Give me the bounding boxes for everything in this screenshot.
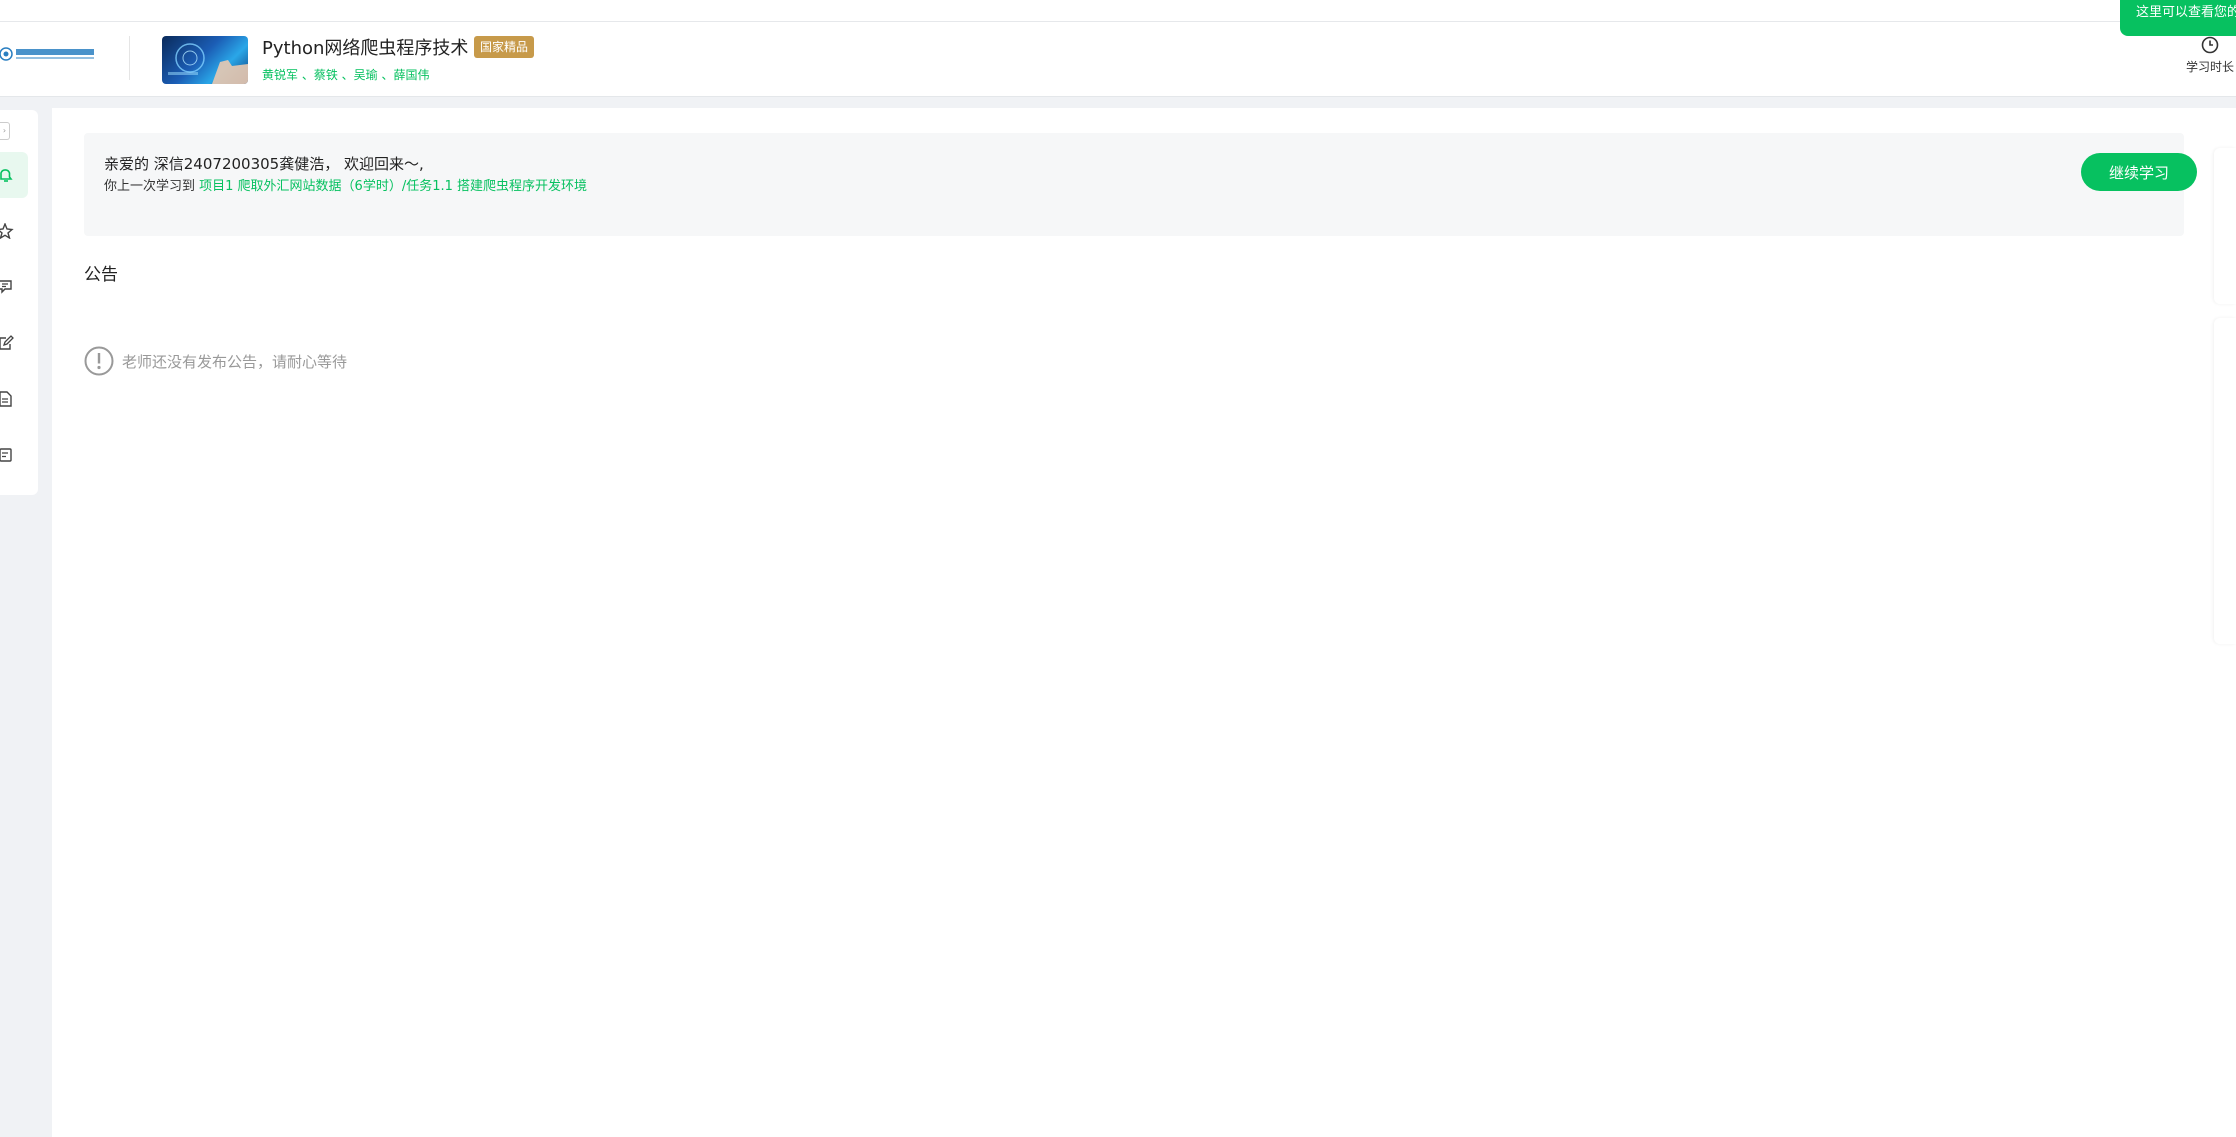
top-strip [0,0,2236,22]
school-logo[interactable] [0,42,96,66]
study-time-button[interactable]: 学习时长 [2182,36,2236,75]
sidebar-item-favorites[interactable] [0,208,28,254]
sidebar-item-homework[interactable] [0,320,28,366]
empty-announcement-text: 老师还没有发布公告，请耐心等待 [122,352,348,371]
discussion-icon [0,280,12,294]
welcome-card: 亲爱的 深信2407200305龚健浩， 欢迎回来～, 你上一次学习到 项目1 … [84,133,2197,236]
guide-tooltip: 这里可以查看您的学 [2120,0,2236,36]
edit-icon [0,335,14,350]
message-icon [0,448,12,462]
empty-announcement: 老师还没有发布公告，请耐心等待 [84,346,347,376]
welcome-greeting: 亲爱的 深信2407200305龚健浩， 欢迎回来～, [104,155,424,173]
sidebar-item-announcement[interactable] [0,152,28,198]
main-content: 亲爱的 深信2407200305龚健浩， 欢迎回来～, 你上一次学习到 项目1 … [52,108,2236,1137]
last-study-info: 你上一次学习到 项目1 爬取外汇网站数据（6学时）/任务1.1 搭建爬虫程序开发… [104,177,624,197]
continue-learning-button[interactable]: 继续学习 [2081,153,2197,191]
quality-badge: 国家精品 [474,36,535,58]
right-panel-top[interactable] [2214,148,2236,304]
document-icon [0,391,12,407]
clock-icon [2201,36,2219,54]
collapse-toggle[interactable]: › [0,122,10,140]
course-thumbnail[interactable] [162,36,248,84]
star-icon [0,223,14,239]
sidebar-item-exam[interactable] [0,376,28,422]
course-header: Python网络爬虫程序技术 国家精品 黄锐军 、蔡铁 、吴瑜 、薛国伟 学习时… [0,22,2236,97]
sidebar-item-notes[interactable] [0,432,28,478]
announcement-title: 公告 [84,265,118,285]
teacher-list[interactable]: 黄锐军 、蔡铁 、吴瑜 、薛国伟 [262,66,429,83]
study-time-label: 学习时长 [2185,60,2234,74]
right-panel-bottom[interactable] [2214,318,2236,644]
exclamation-icon [84,346,114,376]
course-title: Python网络爬虫程序技术 [262,38,469,59]
header-divider [129,36,130,80]
last-study-link[interactable]: 项目1 爬取外汇网站数据（6学时）/任务1.1 搭建爬虫程序开发环境 [199,179,587,194]
sidebar: › [0,110,38,495]
last-study-prefix: 你上一次学习到 [104,179,200,194]
sidebar-item-discussion[interactable] [0,264,28,310]
bell-icon [0,169,13,182]
